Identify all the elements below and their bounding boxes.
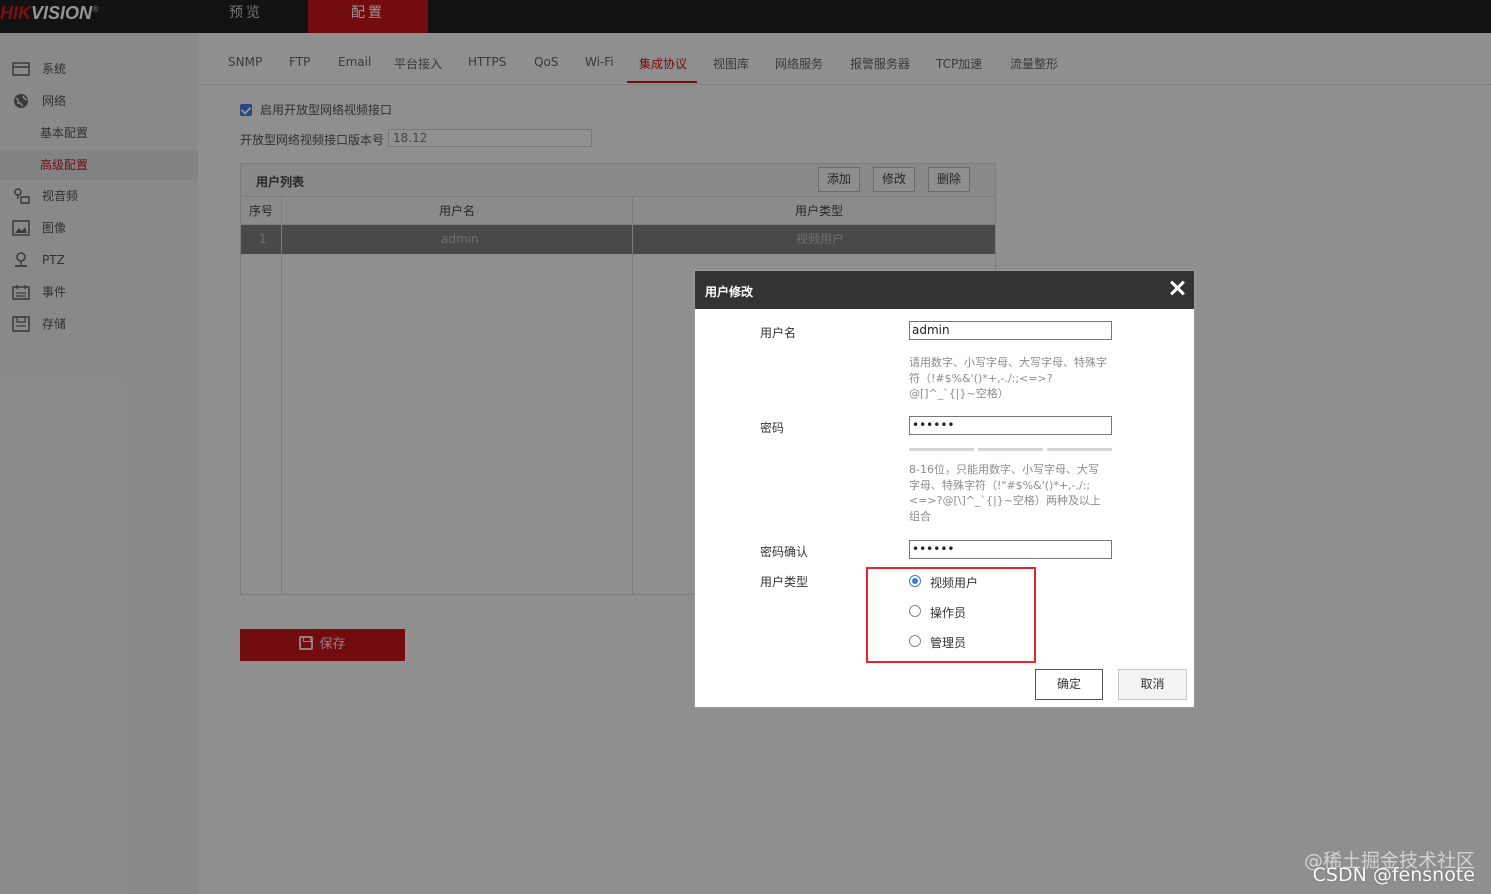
password-input[interactable]: •••••• (909, 416, 1112, 435)
dialog-header: 用户修改 (695, 271, 1194, 309)
close-icon[interactable] (1168, 279, 1186, 297)
password-hint: 8-16位，只能用数字、小写字母、大写字母、特殊字符（!"#$%&'()*+,-… (909, 463, 1101, 523)
user-type-label: 用户类型 (760, 575, 809, 589)
ok-button[interactable]: 确定 (1035, 669, 1103, 700)
password-strength-bar-strong (1047, 448, 1112, 451)
username-input[interactable]: admin (909, 321, 1112, 340)
annotation-highlight-box (866, 567, 1036, 663)
password-label: 密码 (760, 421, 785, 435)
dialog-title: 用户修改 (705, 285, 754, 299)
edit-user-dialog: 用户修改 用户名 admin 请用数字、小写字母、大写字母、特殊字符（!#$%&… (694, 270, 1195, 708)
password-strength-bar-weak (909, 448, 974, 451)
username-label: 用户名 (760, 326, 797, 340)
password-strength-bar-medium (978, 448, 1043, 451)
watermark-csdn: CSDN @fensnote (1312, 864, 1475, 886)
username-hint: 请用数字、小写字母、大写字母、特殊字符（!#$%&'()*+,-./:;<=>?… (909, 356, 1107, 400)
cancel-button[interactable]: 取消 (1118, 669, 1187, 700)
confirm-password-label: 密码确认 (760, 545, 809, 559)
confirm-password-input[interactable]: •••••• (909, 540, 1112, 559)
